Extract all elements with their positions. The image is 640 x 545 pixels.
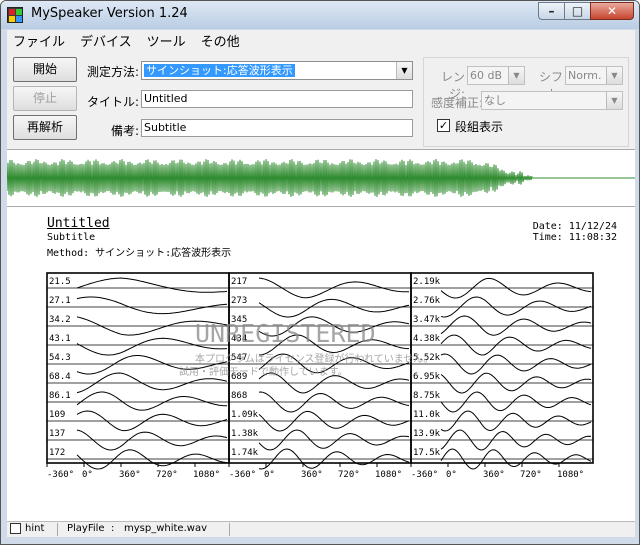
frequency-label: 6.95k: [413, 372, 441, 382]
frequency-label: 86.1: [49, 391, 71, 401]
frequency-label: 13.9k: [413, 429, 441, 439]
method-label: 測定方法:: [86, 65, 139, 79]
range-select-value: 60 dB: [470, 69, 503, 82]
playfile-value: mysp_white.wav: [124, 523, 207, 534]
frequency-label: 273: [231, 296, 247, 306]
menu-other[interactable]: その他: [195, 30, 249, 50]
title-input[interactable]: Untitled: [141, 90, 413, 108]
frequency-label: 1.38k: [231, 429, 259, 439]
chevron-down-icon[interactable]: ▼: [396, 62, 412, 79]
x-tick-label: -360°: [47, 470, 74, 480]
frequency-label: 137: [49, 429, 65, 439]
x-tick-label: 1080°: [375, 470, 402, 480]
frequency-label: 54.3: [49, 353, 71, 363]
x-tick-label: 720°: [156, 470, 178, 480]
method-select[interactable]: サインショット:応答波形表示 ▼: [141, 61, 413, 80]
minimize-icon: –: [548, 4, 555, 18]
frequency-label: 11.0k: [413, 410, 441, 420]
waveform-line: [6, 158, 533, 197]
status-separator: [57, 523, 58, 536]
report-area: Untitled Subtitle Method: サインショット:応答波形表示…: [7, 207, 635, 521]
status-bar: hint PlayFile : mysp_white.wav: [7, 521, 635, 537]
frequency-label: 217: [231, 277, 247, 287]
frequency-label: 2.76k: [413, 296, 441, 306]
close-button[interactable]: ✕: [590, 2, 634, 20]
chevron-down-icon[interactable]: ▼: [508, 67, 524, 84]
start-button[interactable]: 開始: [13, 57, 77, 82]
x-tick-label: 720°: [338, 470, 360, 480]
watermark-text: UNREGISTERED: [195, 319, 376, 348]
x-tick-label: 1080°: [193, 470, 220, 480]
chevron-down-icon[interactable]: ▼: [606, 92, 622, 109]
note-input[interactable]: Subtitle: [141, 119, 413, 137]
x-tick-label: 360°: [119, 470, 141, 480]
close-icon: ✕: [606, 4, 618, 18]
x-tick-label: -360°: [411, 470, 438, 480]
frequency-label: 17.5k: [413, 448, 441, 458]
stop-button[interactable]: 停止: [13, 86, 77, 111]
frequency-label: 4.38k: [413, 334, 441, 344]
response-curve: [76, 296, 228, 315]
hint-checkbox[interactable]: [10, 523, 21, 534]
chevron-down-icon[interactable]: ▼: [606, 67, 622, 84]
sensitivity-select[interactable]: なし ▼: [481, 91, 623, 110]
frequency-label: 1.09k: [231, 410, 259, 420]
frequency-label: 3.47k: [413, 315, 441, 325]
x-tick-label: 1080°: [557, 470, 584, 480]
menu-tools[interactable]: ツール: [141, 30, 195, 50]
stacked-label: 段組表示: [455, 120, 504, 134]
frequency-label: 109: [49, 410, 65, 420]
playfile-label: PlayFile: [67, 523, 105, 534]
window-title: MySpeaker Version 1.24: [31, 6, 188, 21]
response-chart: -360° 0° 360° 720° 1080° 21.5 27.1 34.2 43.1 54.3…: [46, 272, 594, 480]
x-tick-label: 720°: [520, 470, 542, 480]
main-panel: 開始 停止 再解析 測定方法: サインショット:応答波形表示 ▼ タイトル: U…: [6, 49, 635, 537]
frequency-label: 27.1: [49, 296, 71, 306]
stacked-checkbox[interactable]: ✓: [437, 119, 450, 132]
method-select-value: サインショット:応答波形表示: [144, 64, 295, 77]
x-tick-label: 360°: [483, 470, 505, 480]
frequency-label: 68.4: [49, 372, 71, 382]
maximize-button[interactable]: □: [564, 2, 591, 20]
status-separator: [229, 523, 230, 536]
frequency-label: 34.2: [49, 315, 71, 325]
waveform-svg: [6, 158, 635, 197]
waveform-view[interactable]: [6, 149, 635, 207]
frequency-label: 43.1: [49, 334, 71, 344]
frequency-label: 2.19k: [413, 277, 441, 287]
sensitivity-label: 感度補正:: [430, 96, 483, 110]
response-curve: [258, 298, 410, 318]
shift-select-value: Norm.: [568, 69, 602, 82]
app-window: MySpeaker Version 1.24 – □ ✕ ファイル デバイス ツ…: [0, 0, 640, 545]
range-select[interactable]: 60 dB ▼: [467, 66, 525, 85]
reanalyze-button[interactable]: 再解析: [13, 115, 77, 140]
maximize-icon: □: [571, 4, 584, 18]
frequency-label: 8.75k: [413, 391, 441, 401]
minimize-button[interactable]: –: [538, 2, 565, 20]
menu-device[interactable]: デバイス: [74, 30, 141, 50]
x-tick-label: 0°: [264, 470, 275, 480]
frequency-label: 172: [49, 448, 65, 458]
frequency-label: 1.74k: [231, 448, 259, 458]
frequency-label: 868: [231, 391, 247, 401]
frequency-label: 21.5: [49, 277, 71, 287]
license-notice: 本プログラムはライセンス登録が行われていません。: [195, 352, 433, 365]
shift-select[interactable]: Norm. ▼: [565, 66, 623, 85]
evaluation-notice: 試用・評価モードで動作しています。: [179, 365, 348, 378]
x-tick-label: 360°: [301, 470, 323, 480]
response-curve: [76, 391, 227, 411]
response-curve: [76, 277, 228, 293]
menu-file[interactable]: ファイル: [7, 30, 74, 50]
menu-bar: ファイル デバイス ツール その他: [7, 30, 635, 50]
x-tick-label: 0°: [446, 470, 457, 480]
hint-label: hint: [25, 523, 45, 534]
title-bar[interactable]: MySpeaker Version 1.24 – □ ✕: [1, 1, 639, 29]
app-icon: [7, 7, 23, 23]
title-label: タイトル:: [86, 95, 139, 109]
playfile-colon: :: [111, 523, 115, 534]
x-tick-label: 0°: [82, 470, 93, 480]
x-tick-label: -360°: [229, 470, 256, 480]
sensitivity-select-value: なし: [484, 94, 506, 107]
note-label: 備考:: [110, 124, 139, 138]
